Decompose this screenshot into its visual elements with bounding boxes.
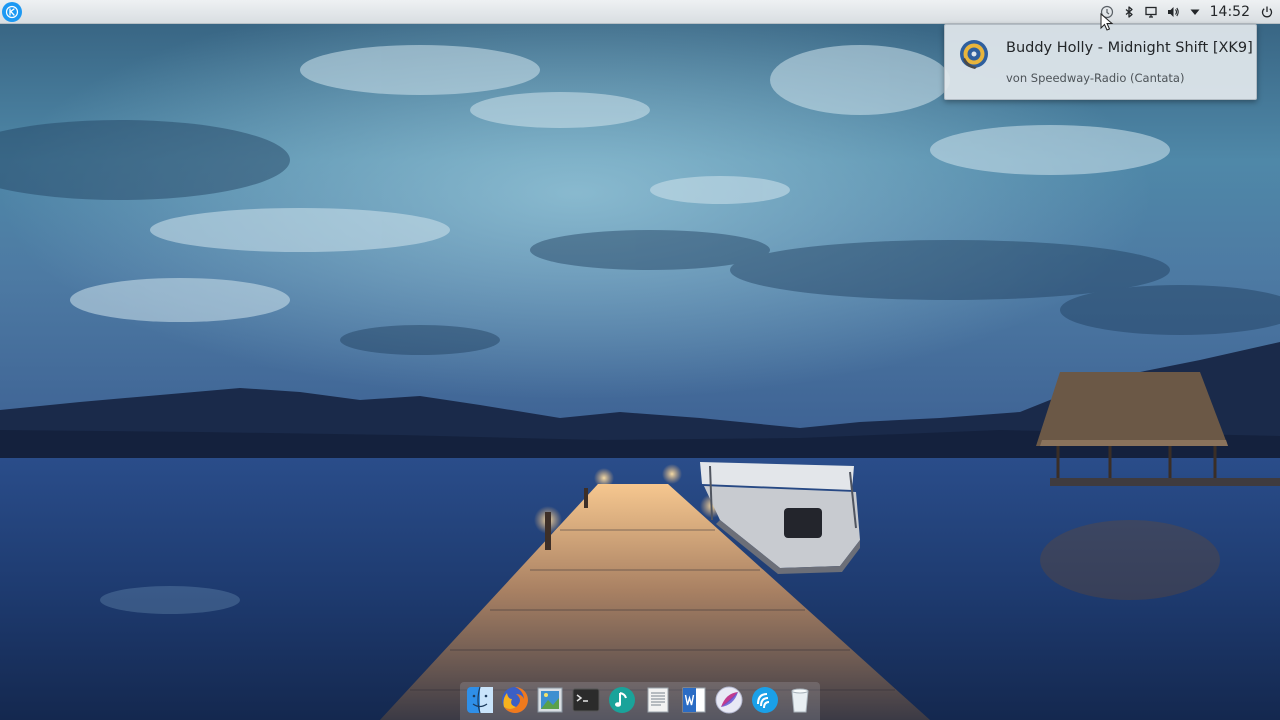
firefox-icon[interactable] — [499, 684, 531, 716]
top-panel: 14:52 — [0, 0, 1280, 24]
finder-icon[interactable] — [464, 684, 496, 716]
dock — [460, 682, 820, 720]
volume-icon[interactable] — [1162, 1, 1184, 23]
download-manager-icon[interactable] — [749, 684, 781, 716]
word-processor-icon[interactable] — [678, 684, 710, 716]
text-editor-icon[interactable] — [642, 684, 674, 716]
trash-icon[interactable] — [784, 684, 816, 716]
power-icon[interactable] — [1256, 1, 1278, 23]
music-note-icon[interactable] — [606, 684, 638, 716]
notification-title: Buddy Holly - Midnight Shift [XK9] — [1006, 40, 1253, 56]
system-tray: 14:52 — [1096, 0, 1280, 24]
notification-popup[interactable]: Buddy Holly - Midnight Shift [XK9] von S… — [944, 24, 1257, 100]
kde-logo-icon[interactable] — [2, 2, 22, 22]
display-icon[interactable] — [1140, 1, 1162, 23]
mouse-cursor — [1100, 12, 1114, 33]
bluetooth-icon[interactable] — [1118, 1, 1140, 23]
desktop-wallpaper — [0, 0, 1280, 720]
expand-tray-icon[interactable] — [1184, 1, 1206, 23]
notification-body: von Speedway-Radio (Cantata) — [1006, 71, 1185, 85]
image-viewer-icon[interactable] — [534, 684, 566, 716]
clock[interactable]: 14:52 — [1206, 0, 1256, 24]
browser-icon[interactable] — [713, 684, 745, 716]
music-disc-icon — [959, 39, 989, 69]
terminal-icon[interactable] — [570, 684, 602, 716]
